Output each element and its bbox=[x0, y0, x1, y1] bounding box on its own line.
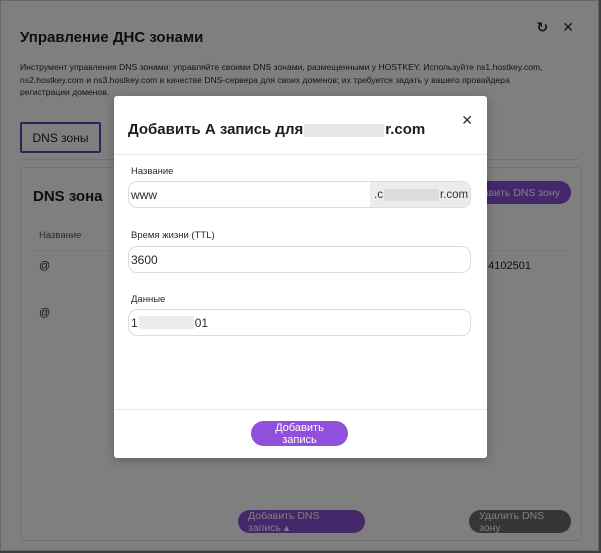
data-label: Данные bbox=[131, 294, 166, 305]
modal-title-suffix: r.com bbox=[385, 121, 426, 138]
data-value-end: 01 bbox=[194, 315, 209, 330]
name-label: Название bbox=[131, 166, 174, 177]
modal-title-prefix: Добавить А запись для bbox=[128, 121, 304, 138]
name-field: .cr.com bbox=[128, 181, 471, 208]
ttl-label: Время жизни (TTL) bbox=[131, 230, 215, 241]
ttl-field bbox=[128, 246, 471, 273]
modal-title: Добавить А запись для r.com bbox=[128, 121, 425, 138]
ttl-input[interactable] bbox=[131, 252, 470, 267]
data-field[interactable]: 1 01 bbox=[128, 309, 471, 336]
modal-header-divider bbox=[114, 154, 487, 155]
add-record-button[interactable]: Добавить запись bbox=[251, 421, 348, 446]
redacted-domain bbox=[304, 123, 385, 137]
add-a-record-modal: Добавить А запись для r.com ✕ Название .c… bbox=[114, 96, 487, 458]
redacted-ip bbox=[138, 316, 194, 329]
modal-footer-divider bbox=[114, 409, 487, 410]
data-value-start: 1 bbox=[131, 315, 138, 330]
domain-suffix: .c r.com bbox=[370, 182, 470, 207]
name-input[interactable] bbox=[131, 187, 370, 202]
redacted-domain bbox=[383, 188, 439, 201]
close-icon[interactable]: ✕ bbox=[461, 112, 473, 129]
